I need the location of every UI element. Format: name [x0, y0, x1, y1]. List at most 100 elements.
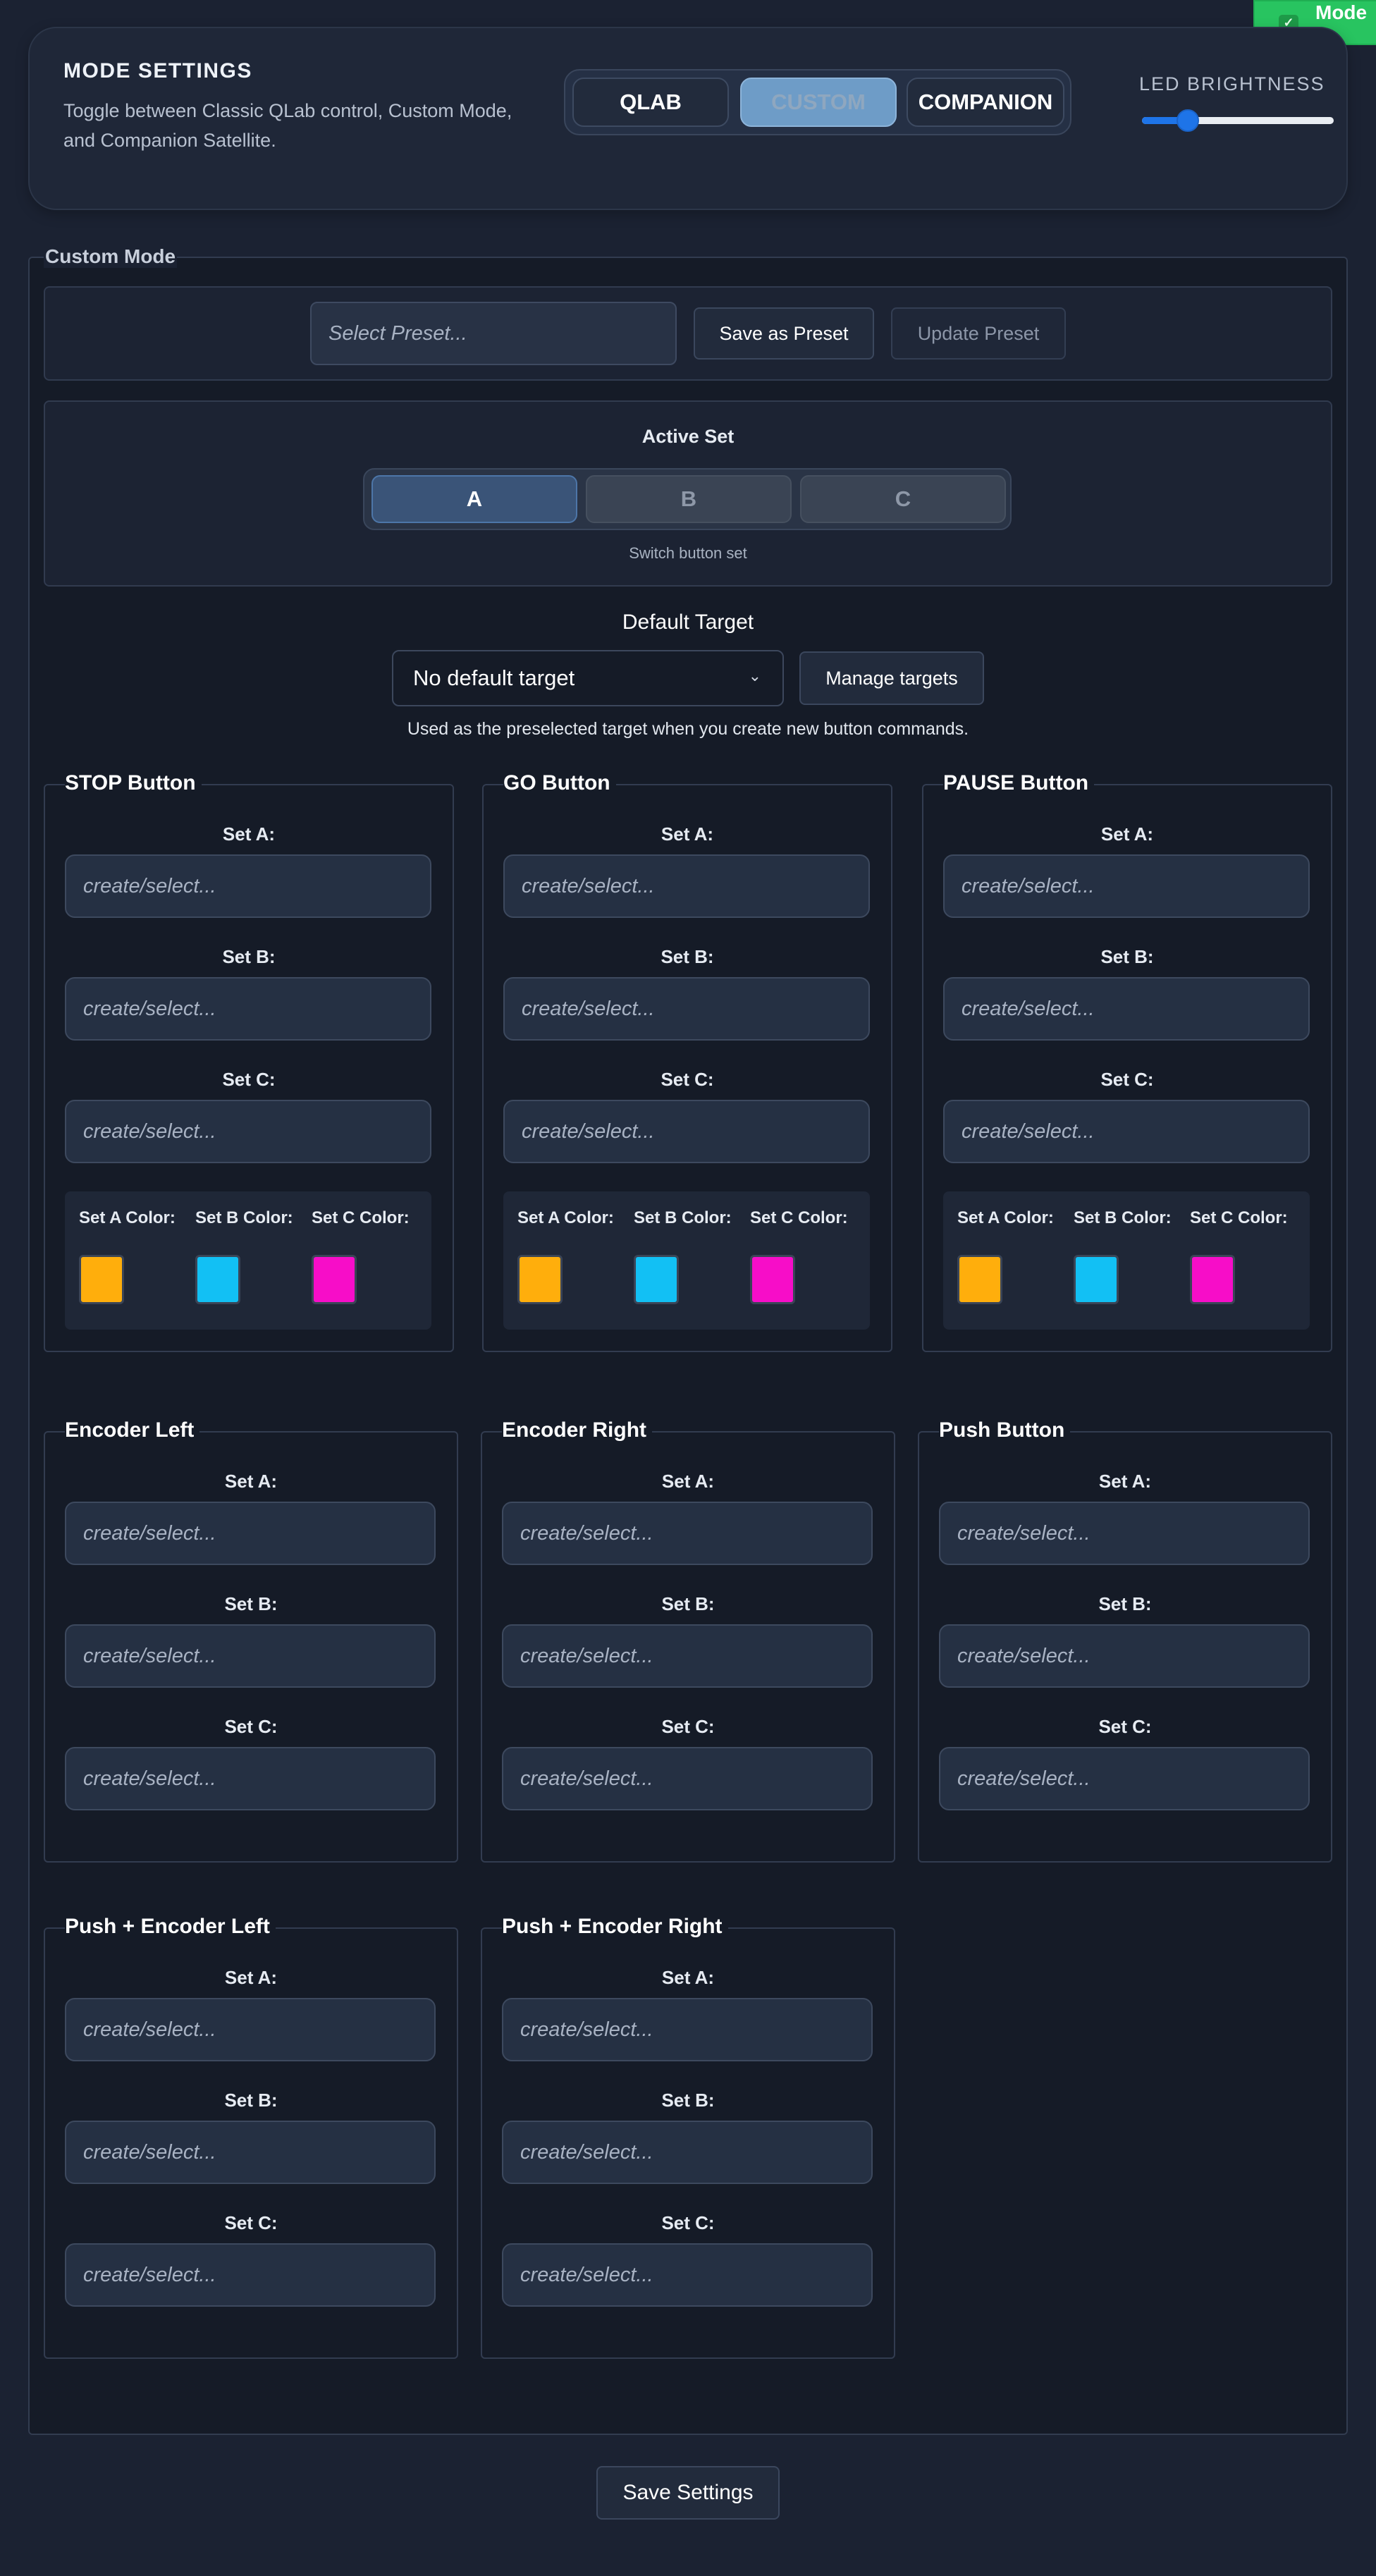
default-target-label: Default Target [622, 611, 754, 634]
stop-button-set-c-label: Set C: [222, 1069, 276, 1090]
push-encoder-left-set-b-label: Set B: [224, 2090, 278, 2111]
stop-button-set-c-color-swatch[interactable] [312, 1255, 357, 1304]
stop-button-set-a-color-label: Set A Color: [79, 1208, 176, 1227]
push-encoder-right-set-a-label: Set A: [661, 1967, 715, 1988]
mode-settings-description: Toggle between Classic QLab control, Cus… [63, 100, 512, 151]
go-button-set-a-input[interactable]: create/select... [503, 854, 870, 918]
encoder-left-set-c-label: Set C: [224, 1716, 278, 1737]
go-button-title: GO Button [503, 771, 616, 795]
pause-button-set-c-color-label: Set C Color: [1190, 1208, 1288, 1227]
chevron-down-icon: ⌄ [748, 667, 761, 685]
mode-toggle: QLAB CUSTOM COMPANION [564, 69, 1071, 135]
pause-button-set-b-color-label: Set B Color: [1074, 1208, 1172, 1227]
encoder-right-set-c-input[interactable]: create/select... [502, 1747, 873, 1810]
go-button-set-b-label: Set B: [661, 946, 714, 967]
stop-button-set-b-label: Set B: [222, 946, 276, 967]
manage-targets-button[interactable]: Manage targets [799, 651, 984, 705]
encoder-right-title: Encoder Right [502, 1418, 653, 1442]
pause-button-set-c-color-swatch[interactable] [1190, 1255, 1235, 1304]
push-encoder-right-set-b-input[interactable]: create/select... [502, 2121, 873, 2184]
save-settings-button[interactable]: Save Settings [596, 2466, 780, 2520]
stop-button-set-a-color-swatch[interactable] [79, 1255, 124, 1304]
encoder-left-set-a-input[interactable]: create/select... [65, 1502, 436, 1565]
go-button-set-b-input[interactable]: create/select... [503, 977, 870, 1041]
stop-button-set-c-input[interactable]: create/select... [65, 1100, 431, 1163]
pause-button-set-a-color-label: Set A Color: [957, 1208, 1054, 1227]
mode-qlab-button[interactable]: QLAB [572, 78, 729, 127]
push-button-set-c-label: Set C: [1098, 1716, 1152, 1737]
set-toggle: A B C [363, 468, 1012, 530]
push-button-title: Push Button [939, 1418, 1071, 1442]
push-encoder-right-title: Push + Encoder Right [502, 1915, 728, 1939]
push-button-set-a-input[interactable]: create/select... [939, 1502, 1310, 1565]
encoder-left-set-c-input[interactable]: create/select... [65, 1747, 436, 1810]
encoder-right-set-b-input[interactable]: create/select... [502, 1624, 873, 1688]
go-button-set-c-color-swatch[interactable] [750, 1255, 795, 1304]
push-encoder-left-set-b-input[interactable]: create/select... [65, 2121, 436, 2184]
encoder-right-set-c-label: Set C: [661, 1716, 715, 1737]
push-encoder-left-set-c-input[interactable]: create/select... [65, 2243, 436, 2307]
pause-button-set-b-label: Set B: [1100, 946, 1154, 967]
push-button-set-a-label: Set A: [1098, 1471, 1152, 1492]
push-encoder-right-set-c-input[interactable]: create/select... [502, 2243, 873, 2307]
pause-button-set-b-color-swatch[interactable] [1074, 1255, 1119, 1304]
set-b-button[interactable]: B [586, 475, 792, 523]
pause-button-set-a-color-swatch[interactable] [957, 1255, 1002, 1304]
go-button-set-a-color-label: Set A Color: [517, 1208, 614, 1227]
push-button-set-b-input[interactable]: create/select... [939, 1624, 1310, 1688]
default-target-hint: Used as the preselected target when you … [407, 719, 969, 739]
mode-companion-button[interactable]: COMPANION [907, 78, 1064, 127]
go-button-set-c-input[interactable]: create/select... [503, 1100, 870, 1163]
pause-button-title: PAUSE Button [943, 771, 1095, 795]
go-button-set-a-label: Set A: [661, 823, 714, 845]
stop-button-title: STOP Button [65, 771, 202, 795]
go-button-set-c-color-label: Set C Color: [750, 1208, 848, 1227]
pause-button-set-a-input[interactable]: create/select... [943, 854, 1310, 918]
default-target-select[interactable]: No default target ⌄ [392, 650, 784, 706]
go-button-set-a-color-swatch[interactable] [517, 1255, 563, 1304]
encoder-right-set-a-input[interactable]: create/select... [502, 1502, 873, 1565]
save-as-preset-button[interactable]: Save as Preset [694, 307, 874, 360]
pause-button-set-b-input[interactable]: create/select... [943, 977, 1310, 1041]
encoder-left-set-b-label: Set B: [224, 1593, 278, 1614]
active-set-label: Active Set [641, 426, 735, 447]
led-brightness-label: LED BRIGHTNESS [1139, 73, 1325, 94]
preset-panel [44, 286, 1332, 381]
encoder-left-set-a-label: Set A: [224, 1471, 278, 1492]
push-encoder-right-set-a-input[interactable]: create/select... [502, 1998, 873, 2061]
stop-button-set-b-color-label: Set B Color: [195, 1208, 293, 1227]
encoder-left-title: Encoder Left [65, 1418, 200, 1442]
pause-button-set-a-label: Set A: [1100, 823, 1154, 845]
mode-custom-button[interactable]: CUSTOM [740, 78, 897, 127]
mode-settings-title: MODE SETTINGS [63, 59, 252, 82]
push-encoder-left-title: Push + Encoder Left [65, 1915, 276, 1939]
push-encoder-right-set-c-label: Set C: [661, 2212, 715, 2233]
push-encoder-left-set-c-label: Set C: [224, 2212, 278, 2233]
push-encoder-left-set-a-input[interactable]: create/select... [65, 1998, 436, 2061]
pause-button-set-c-input[interactable]: create/select... [943, 1100, 1310, 1163]
go-button-set-b-color-swatch[interactable] [634, 1255, 679, 1304]
stop-button-set-a-input[interactable]: create/select... [65, 854, 431, 918]
encoder-right-set-b-label: Set B: [661, 1593, 715, 1614]
default-target-value: No default target [413, 666, 575, 690]
push-button-set-b-label: Set B: [1098, 1593, 1152, 1614]
custom-mode-legend: Custom Mode [44, 245, 178, 268]
stop-button-set-b-input[interactable]: create/select... [65, 977, 431, 1041]
set-a-button[interactable]: A [371, 475, 577, 523]
encoder-left-set-b-input[interactable]: create/select... [65, 1624, 436, 1688]
switch-set-hint: Switch button set [629, 544, 747, 562]
pause-button-set-c-label: Set C: [1100, 1069, 1154, 1090]
push-button-set-c-input[interactable]: create/select... [939, 1747, 1310, 1810]
stop-button-set-c-color-label: Set C Color: [312, 1208, 410, 1227]
led-brightness-slider[interactable] [1142, 109, 1334, 132]
stop-button-set-b-color-swatch[interactable] [195, 1255, 240, 1304]
set-c-button[interactable]: C [800, 475, 1006, 523]
toast-text: Mode [1315, 1, 1368, 23]
stop-button-set-a-label: Set A: [222, 823, 276, 845]
go-button-set-c-label: Set C: [661, 1069, 714, 1090]
go-button-set-b-color-label: Set B Color: [634, 1208, 732, 1227]
preset-select[interactable]: Select Preset... [310, 302, 677, 365]
encoder-right-set-a-label: Set A: [661, 1471, 715, 1492]
push-encoder-right-set-b-label: Set B: [661, 2090, 715, 2111]
update-preset-button[interactable]: Update Preset [891, 307, 1066, 360]
